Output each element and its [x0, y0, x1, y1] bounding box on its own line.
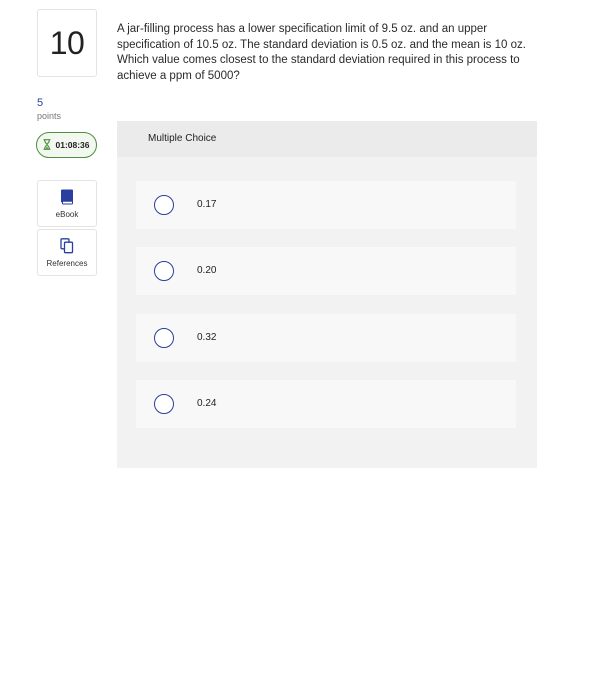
radio-button[interactable]: [154, 195, 174, 215]
answer-option-1[interactable]: 0.17: [136, 181, 516, 229]
answer-option-label: 0.24: [197, 398, 217, 409]
references-button[interactable]: References: [37, 229, 97, 276]
answer-option-4[interactable]: 0.24: [136, 380, 516, 428]
ebook-button[interactable]: eBook: [37, 180, 97, 227]
question-number-text: 10: [49, 24, 85, 61]
answer-option-label: 0.20: [197, 265, 217, 276]
multiple-choice-title: Multiple Choice: [148, 133, 217, 144]
hourglass-icon: [43, 138, 52, 152]
answer-option-label: 0.32: [197, 332, 217, 343]
book-icon: [60, 189, 74, 205]
question-number: 10: [37, 9, 97, 77]
ebook-label: eBook: [55, 209, 79, 219]
question-page: 10 A jar-filling process has a lower spe…: [0, 0, 599, 700]
answer-option-2[interactable]: 0.20: [136, 247, 516, 295]
timer-value: 01:08:36: [55, 140, 90, 150]
question-text: A jar-filling process has a lower specif…: [117, 23, 526, 82]
answer-option-label: 0.17: [197, 199, 217, 210]
radio-button[interactable]: [154, 394, 174, 414]
timer-badge[interactable]: 01:08:36: [36, 132, 97, 158]
radio-button[interactable]: [154, 261, 174, 281]
references-label: References: [46, 258, 88, 268]
multiple-choice-panel: Multiple Choice 0.17 0.20 0.32 0.24: [117, 121, 537, 468]
documents-icon: [60, 237, 74, 254]
multiple-choice-header: Multiple Choice: [117, 121, 537, 157]
radio-button[interactable]: [154, 328, 174, 348]
points-label: points: [37, 111, 62, 121]
points-value: 5: [37, 97, 44, 109]
answer-option-3[interactable]: 0.32: [136, 314, 516, 362]
